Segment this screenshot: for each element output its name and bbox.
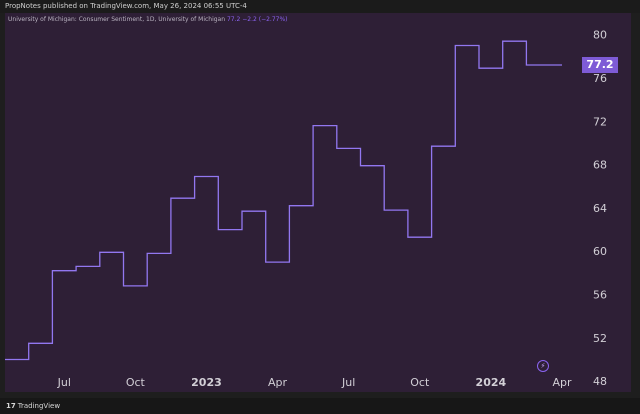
y-tick-label: 72 (593, 115, 607, 128)
x-tick-label: Apr (268, 376, 288, 389)
x-tick-label: Apr (552, 376, 572, 389)
y-tick-label: 56 (593, 289, 607, 302)
x-tick-label: Jul (57, 376, 71, 389)
x-tick-label: Oct (126, 376, 146, 389)
footer-bar: 17 TradingView (0, 398, 640, 414)
last-price-tag: 77.2 (582, 57, 618, 73)
x-tick-label: Oct (410, 376, 430, 389)
x-tick-label: 2024 (476, 376, 507, 389)
y-tick-label: 68 (593, 159, 607, 172)
brand-label: TradingView (17, 402, 61, 410)
y-tick-label: 48 (593, 375, 607, 388)
y-tick-label: 80 (593, 29, 607, 42)
y-tick-label: 76 (593, 72, 607, 85)
x-tick-label: 2023 (191, 376, 222, 389)
x-tick-label: Jul (341, 376, 355, 389)
series-step-line (5, 40, 562, 361)
y-tick-label: 52 (593, 332, 607, 345)
y-tick-label: 60 (593, 245, 607, 258)
tradingview-logo-icon: 17 (6, 402, 16, 410)
y-tick-label: 64 (593, 202, 607, 215)
chart-svg: 48 52 56 60 64 68 72 76 80 Jul Oct 2023 Apr Jul Oct 202… (5, 29, 607, 389)
tradingview-logo[interactable]: 17 TradingView (6, 398, 60, 414)
lightning-icon[interactable]: ⚡ (537, 360, 549, 372)
